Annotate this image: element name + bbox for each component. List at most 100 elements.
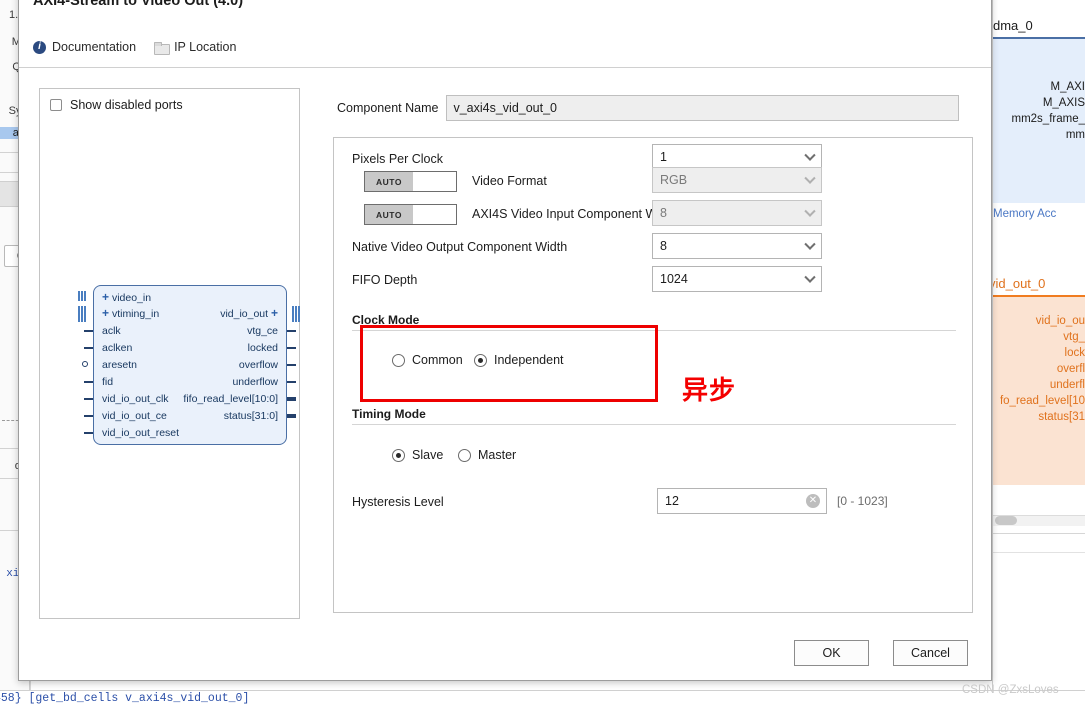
documentation-link[interactable]: i Documentation: [33, 40, 136, 54]
bd-port: status[31: [1038, 411, 1085, 423]
symbol-port-right: vtg_ce: [247, 325, 278, 337]
bd-block-dma-title: dma_0: [993, 18, 1033, 33]
chevron-down-icon: [804, 205, 816, 217]
show-disabled-ports-checkbox[interactable]: [50, 99, 62, 111]
symbol-port-right: status[31:0]: [223, 410, 278, 422]
video-format-label: Video Format: [472, 174, 547, 188]
symbol-port-right: underflow: [232, 376, 278, 388]
symbol-port-left: vtiming_in: [111, 308, 160, 320]
ok-button[interactable]: OK: [794, 640, 869, 666]
symbol-port-left: vid_io_out_ce: [102, 410, 167, 422]
bd-port: fo_read_level[10: [999, 395, 1085, 407]
annotation-highlight-box: [360, 325, 658, 402]
ip-location-link[interactable]: IP Location: [154, 40, 237, 55]
axi4s-input-width-auto-label: AUTO: [365, 205, 413, 224]
ip-symbol-block: + video_in + vtiming_in aclk aclken ares…: [78, 285, 300, 445]
bd-port: lock: [1064, 347, 1085, 359]
bd-block-vid-out[interactable]: vid_out_0 vid_io_ou vtg_ lock overfl und…: [992, 276, 1085, 526]
symbol-port-left: aclken: [102, 342, 133, 354]
symbol-port-left: video_in: [111, 292, 152, 304]
clear-icon[interactable]: ✕: [806, 494, 820, 508]
screen: 1.0) Me Q7 Sys am og xil dma_0 M_AXI M_A…: [0, 0, 1085, 707]
bd-block-dma[interactable]: dma_0 M_AXI M_AXIS mm2s_frame_ mm Memory…: [993, 18, 1085, 238]
watermark: CSDN @ZxsLoves: [962, 684, 1059, 696]
annotation-text: 异步: [682, 376, 737, 406]
symbol-port-left: fid: [102, 376, 114, 388]
chevron-down-icon: [804, 271, 816, 283]
symbol-port-left: aclk: [102, 325, 121, 337]
axi4s-input-width-value: 8: [660, 206, 667, 220]
bd-port: vid_io_ou: [1035, 315, 1085, 327]
fifo-depth-value: 1024: [660, 272, 688, 286]
bd-port: M_AXI: [1050, 81, 1085, 93]
chevron-down-icon: [804, 238, 816, 250]
hysteresis-level-label: Hysteresis Level: [352, 495, 444, 509]
timing-mode-slave-label: Slave: [412, 448, 444, 462]
pixels-per-clock-label: Pixels Per Clock: [352, 152, 443, 166]
video-format-auto-label: AUTO: [365, 172, 413, 191]
axi4s-input-width-auto-toggle[interactable]: AUTO: [364, 204, 457, 225]
bd-block-dma-footer: Memory Acc: [993, 208, 1057, 220]
component-name-row: Component Name v_axi4s_vid_out_0: [337, 95, 960, 121]
chevron-down-icon: [804, 149, 816, 161]
symbol-port-left: vid_io_out_clk: [102, 393, 169, 405]
dialog-divider: [19, 67, 991, 68]
bd-port: M_AXIS: [1042, 97, 1085, 109]
video-format-auto-toggle[interactable]: AUTO: [364, 171, 457, 192]
symbol-port-right: overflow: [238, 359, 278, 371]
block-design-canvas[interactable]: dma_0 M_AXI M_AXIS mm2s_frame_ mm Memory…: [992, 0, 1085, 690]
symbol-port-right: vid_io_out: [220, 308, 269, 320]
dialog-title: AXI4-Stream to Video Out (4.0): [33, 0, 244, 9]
show-disabled-ports-label: Show disabled ports: [70, 98, 183, 112]
hysteresis-level-input[interactable]: 12 ✕: [657, 488, 827, 514]
bd-port: vtg_: [1063, 331, 1085, 343]
ip-location-link-label: IP Location: [174, 40, 237, 54]
symbol-port-right: fifo_read_level[10:0]: [183, 393, 278, 405]
canvas-hscrollbar[interactable]: [995, 516, 1017, 525]
ok-button-label: OK: [822, 646, 841, 660]
native-output-width-value: 8: [660, 239, 667, 253]
video-format-value: RGB: [660, 173, 688, 187]
timing-mode-option-slave[interactable]: Slave: [392, 448, 443, 462]
bd-port: mm2s_frame_: [1011, 113, 1085, 125]
symbol-port-right: locked: [247, 342, 278, 354]
ip-symbol-pane: Show disabled ports + video_in + vtiming…: [39, 88, 300, 619]
chevron-down-icon: [804, 172, 816, 184]
video-format-select[interactable]: RGB: [652, 167, 822, 193]
radio-master[interactable]: [458, 448, 471, 462]
info-icon: i: [33, 40, 46, 54]
component-name-label: Component Name: [337, 101, 439, 115]
component-name-input[interactable]: v_axi4s_vid_out_0: [446, 95, 960, 121]
expand-icon[interactable]: +: [271, 306, 278, 320]
fifo-depth-select[interactable]: 1024: [652, 266, 822, 292]
bd-port: overfl: [1056, 363, 1085, 375]
tcl-console[interactable]: 458} [get_bd_cells v_axi4s_vid_out_0]: [0, 690, 1085, 707]
pixels-per-clock-value: 1: [660, 150, 667, 164]
cancel-button-label: Cancel: [911, 646, 950, 660]
timing-mode-title: Timing Mode: [352, 407, 426, 421]
bd-port: mm: [1065, 129, 1085, 141]
customize-ip-dialog: AXI4-Stream to Video Out (4.0) i Documen…: [18, 0, 992, 681]
timing-mode-master-label: Master: [478, 448, 517, 462]
expand-icon[interactable]: +: [102, 306, 109, 320]
axi4s-input-width-label: AXI4S Video Input Component Width: [472, 207, 678, 221]
cancel-button[interactable]: Cancel: [893, 640, 968, 666]
symbol-port-left: vid_io_out_reset: [102, 427, 180, 439]
dialog-links: i Documentation IP Location: [33, 40, 237, 55]
bd-block-vid-out-title: vid_out_0: [992, 276, 1046, 291]
bd-port: underfl: [1049, 379, 1085, 391]
symbol-port-left: aresetn: [102, 359, 138, 371]
native-output-width-select[interactable]: 8: [652, 233, 822, 259]
native-output-width-label: Native Video Output Component Width: [352, 240, 568, 254]
hysteresis-level-range: [0 - 1023]: [837, 494, 888, 508]
fifo-depth-label: FIFO Depth: [352, 273, 418, 287]
folder-icon: [154, 41, 171, 55]
hysteresis-level-value: 12: [665, 494, 679, 508]
radio-slave[interactable]: [392, 448, 405, 462]
show-disabled-ports-row[interactable]: Show disabled ports: [50, 98, 183, 112]
documentation-link-label: Documentation: [52, 40, 137, 54]
tcl-console-text: 458} [get_bd_cells v_axi4s_vid_out_0]: [0, 692, 250, 705]
axi4s-input-width-select[interactable]: 8: [652, 200, 822, 226]
timing-mode-option-master[interactable]: Master: [458, 448, 516, 462]
expand-icon[interactable]: +: [102, 290, 109, 304]
